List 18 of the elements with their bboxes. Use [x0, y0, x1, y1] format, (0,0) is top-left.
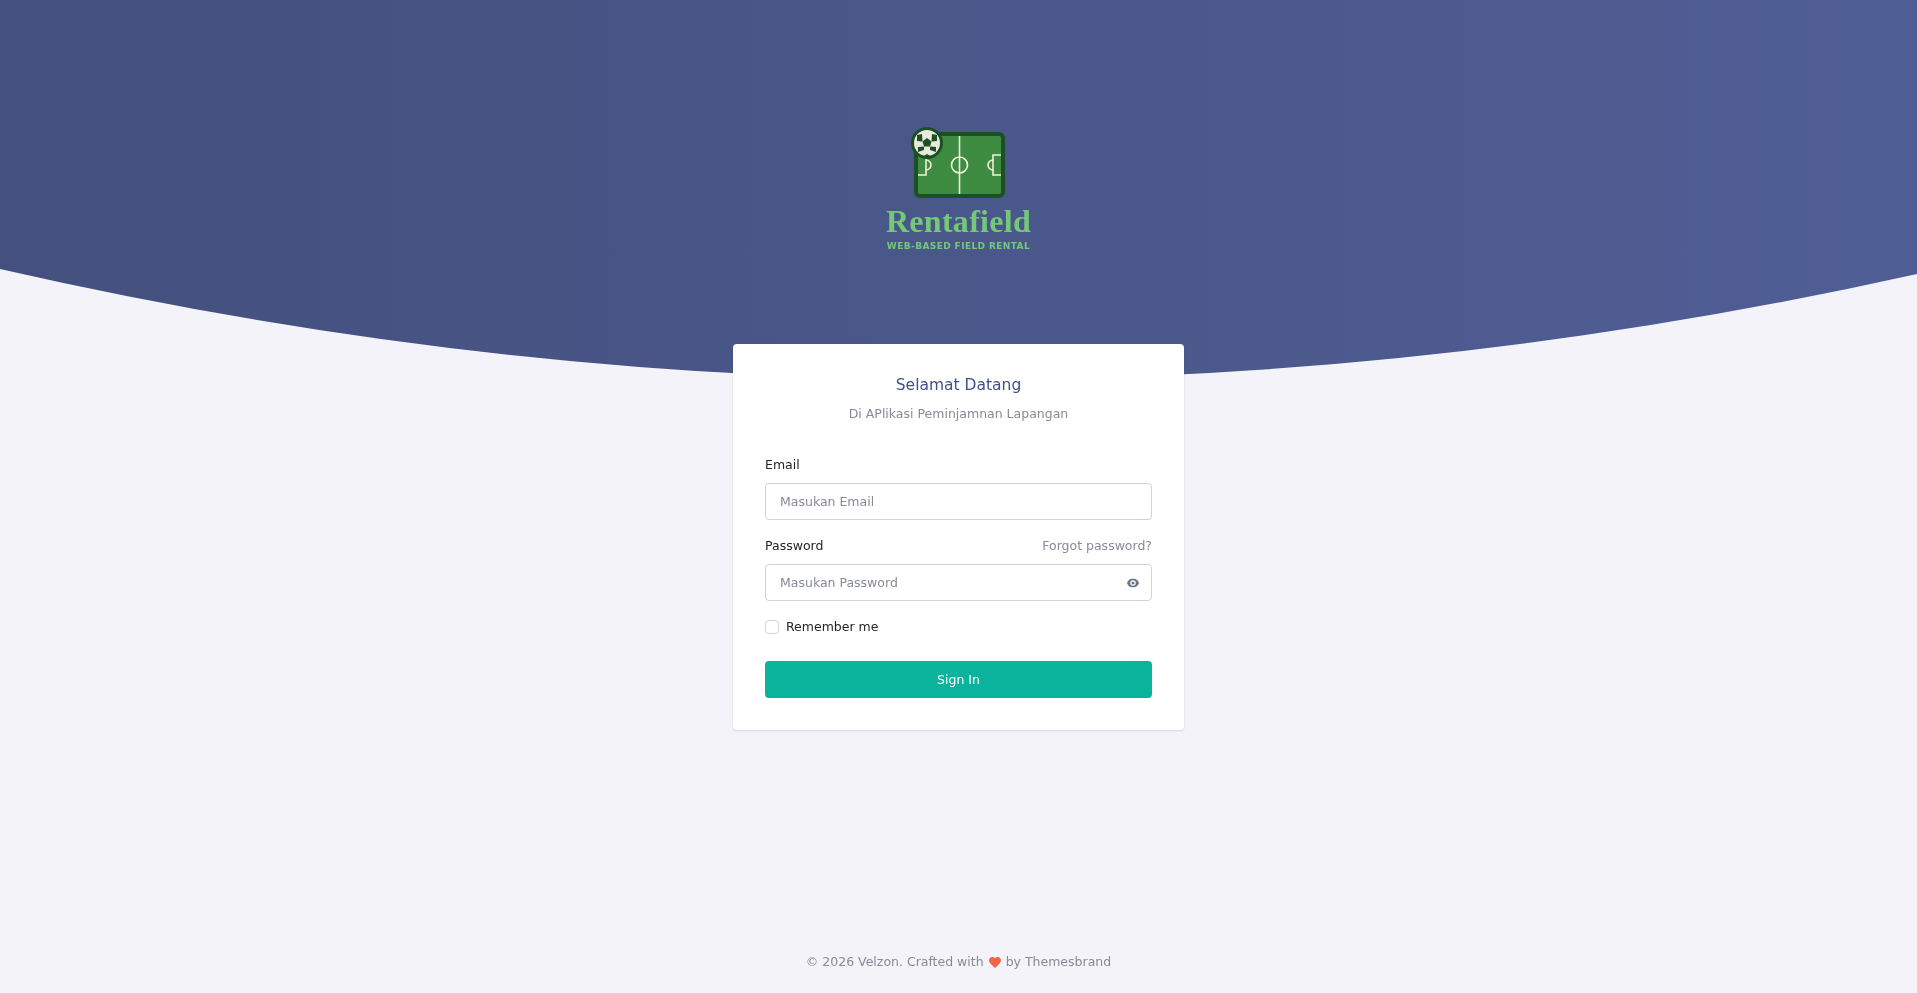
show-password-button[interactable] [1126, 577, 1140, 588]
welcome-title: Selamat Datang [894, 375, 1023, 396]
field-label: Password [765, 537, 824, 555]
password-field[interactable]: Masukan Password [765, 564, 1152, 601]
brand-tagline: WEB-BASED FIELD RENTAL [886, 241, 1031, 252]
welcome-subtitle: Di APlikasi Peminjamnan Lapangan [847, 405, 1070, 423]
sign-in-button[interactable]: Sign In [765, 661, 1152, 698]
remember-label: Remember me [786, 618, 879, 636]
forgot-password-link[interactable]: Forgot password? [1042, 536, 1152, 556]
football-field-logo-icon [910, 126, 1007, 200]
email-field[interactable]: Masukan Email [765, 483, 1152, 520]
field-label: Email [765, 456, 800, 474]
footer-text: by Themesbrand [1005, 953, 1112, 971]
footer-text: © 2026 Velzon. Crafted with [805, 953, 984, 971]
remember-checkbox[interactable] [765, 620, 779, 634]
heart-icon [988, 956, 1001, 968]
eye-icon [1127, 578, 1139, 587]
brand-name: Rentafield [885, 204, 1032, 238]
